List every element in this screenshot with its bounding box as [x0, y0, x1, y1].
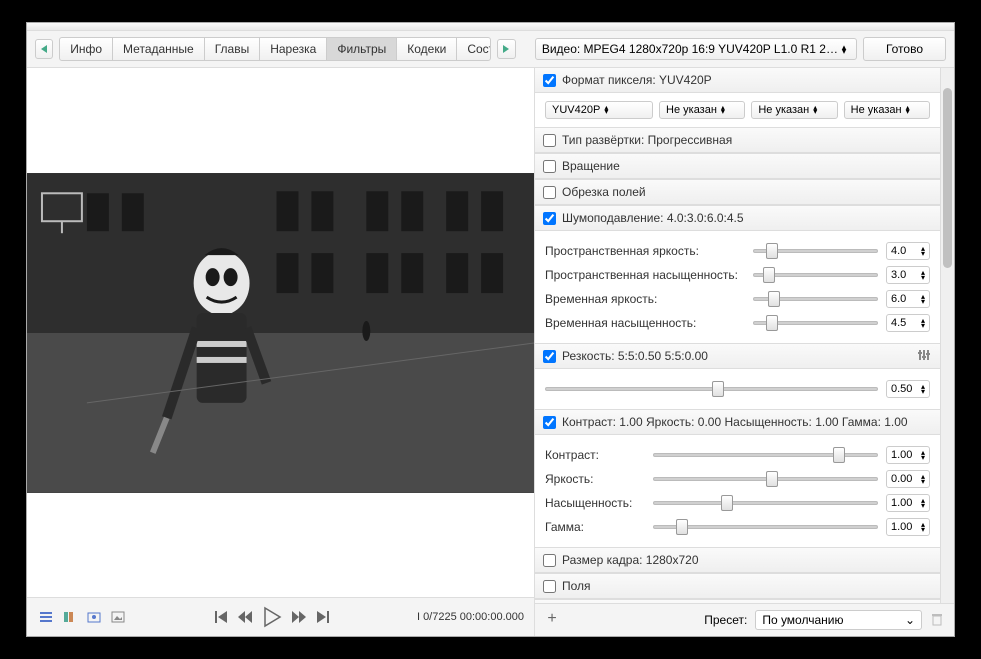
slider-row: Временная яркость: 6.0▴▾	[545, 287, 930, 311]
trash-icon[interactable]	[930, 612, 946, 628]
left-pane: I 0/7225 00:00:00.000	[27, 68, 535, 636]
slider[interactable]	[653, 470, 878, 488]
pixfmt-title: Формат пикселя: YUV420P	[562, 73, 712, 87]
fields-checkbox[interactable]	[543, 580, 556, 593]
slider-label: Яркость:	[545, 472, 645, 486]
slider-value[interactable]: 4.5▴▾	[886, 314, 930, 332]
app-window: Инфо Метаданные Главы Нарезка Фильтры Ко…	[26, 22, 955, 637]
slider-value[interactable]: 1.00▴▾	[886, 446, 930, 464]
preview-area	[27, 68, 534, 597]
rotate-checkbox[interactable]	[543, 160, 556, 173]
section-scan[interactable]: Тип развёртки: Прогрессивная	[535, 127, 940, 153]
body: I 0/7225 00:00:00.000 Формат пикселя: YU…	[27, 68, 954, 636]
crop-checkbox[interactable]	[543, 186, 556, 199]
tab-codecs[interactable]: Кодеки	[397, 38, 457, 60]
step-fwd-button[interactable]	[291, 609, 307, 625]
tab-filters[interactable]: Фильтры	[327, 38, 397, 60]
preset-bar: + Пресет: По умолчанию ⌄	[535, 603, 954, 636]
slider[interactable]	[753, 266, 878, 284]
slider-row: Временная насыщенность: 4.5▴▾	[545, 311, 930, 335]
slider-value[interactable]: 3.0▴▾	[886, 266, 930, 284]
slider-label: Пространственная насыщенность:	[545, 268, 745, 282]
next-button[interactable]	[497, 39, 515, 59]
slider-value[interactable]: 1.00▴▾	[886, 518, 930, 536]
pixfmt-select-1[interactable]: Не указан▴▾	[659, 101, 745, 119]
framesize-checkbox[interactable]	[543, 554, 556, 567]
sharp-value[interactable]: 0.50▴▾	[886, 380, 930, 398]
preset-select[interactable]: По умолчанию ⌄	[755, 610, 922, 630]
transport-bar: I 0/7225 00:00:00.000	[27, 597, 534, 636]
slider-label: Насыщенность:	[545, 496, 645, 510]
slider-row: Пространственная насыщенность: 3.0▴▾	[545, 263, 930, 287]
slider[interactable]	[653, 446, 878, 464]
settings-icon[interactable]	[918, 349, 932, 363]
section-crop[interactable]: Обрезка полей	[535, 179, 940, 205]
levels-checkbox[interactable]	[543, 416, 556, 429]
section-rotate[interactable]: Вращение	[535, 153, 940, 179]
scrollbar[interactable]	[940, 68, 954, 603]
section-levels[interactable]: Контраст: 1.00 Яркость: 0.00 Насыщенност…	[535, 409, 940, 435]
slider-value[interactable]: 1.00▴▾	[886, 494, 930, 512]
tab-cut[interactable]: Нарезка	[260, 38, 327, 60]
pixfmt-select-2[interactable]: Не указан▴▾	[751, 101, 837, 119]
tab-info[interactable]: Инфо	[60, 38, 113, 60]
slider-value[interactable]: 6.0▴▾	[886, 290, 930, 308]
timecode: I 0/7225 00:00:00.000	[417, 611, 524, 623]
titlebar	[27, 23, 954, 31]
picture-icon[interactable]	[109, 609, 127, 625]
section-sharp[interactable]: Резкость: 5:5:0.50 5:5:0.00	[535, 343, 940, 369]
sharp-checkbox[interactable]	[543, 350, 556, 363]
slider-label: Контраст:	[545, 448, 645, 462]
slider-value[interactable]: 0.00▴▾	[886, 470, 930, 488]
markers-icon[interactable]	[61, 609, 79, 625]
slider[interactable]	[653, 494, 878, 512]
add-preset-button[interactable]: +	[543, 611, 561, 629]
slider-value[interactable]: 4.0▴▾	[886, 242, 930, 260]
slider-label: Пространственная яркость:	[545, 244, 745, 258]
denoise-checkbox[interactable]	[543, 212, 556, 225]
step-back-button[interactable]	[237, 609, 253, 625]
tab-chapters[interactable]: Главы	[205, 38, 261, 60]
done-button[interactable]: Готово	[863, 37, 946, 61]
right-pane: Формат пикселя: YUV420P YUV420P▴▾ Не ука…	[535, 68, 954, 636]
slider[interactable]	[753, 314, 878, 332]
pixfmt-select-0[interactable]: YUV420P▴▾	[545, 101, 653, 119]
video-track-label: Видео: MPEG4 1280x720p 16:9 YUV420P L1.0…	[542, 42, 838, 56]
tabbar: Инфо Метаданные Главы Нарезка Фильтры Ко…	[59, 37, 491, 61]
video-track-select[interactable]: Видео: MPEG4 1280x720p 16:9 YUV420P L1.0…	[535, 38, 857, 60]
snapshot-icon[interactable]	[85, 609, 103, 625]
slider-row: Контраст: 1.00▴▾	[545, 443, 930, 467]
video-preview[interactable]	[27, 173, 534, 493]
chevron-down-icon: ⌄	[905, 613, 915, 627]
sharp-slider[interactable]	[545, 380, 878, 398]
preset-label: Пресет:	[704, 613, 747, 627]
tab-state[interactable]: Состояние	[457, 38, 491, 60]
scan-checkbox[interactable]	[543, 134, 556, 147]
slider-row: Насыщенность: 1.00▴▾	[545, 491, 930, 515]
go-end-button[interactable]	[315, 609, 331, 625]
section-framesize[interactable]: Размер кадра: 1280x720	[535, 547, 940, 573]
slider[interactable]	[753, 242, 878, 260]
go-start-button[interactable]	[213, 609, 229, 625]
section-denoise[interactable]: Шумоподавление: 4.0:3.0:6.0:4.5	[535, 205, 940, 231]
pixfmt-select-3[interactable]: Не указан▴▾	[844, 101, 930, 119]
slider-label: Гамма:	[545, 520, 645, 534]
prev-button[interactable]	[35, 39, 53, 59]
toolbar: Инфо Метаданные Главы Нарезка Фильтры Ко…	[27, 31, 954, 68]
slider[interactable]	[753, 290, 878, 308]
pixfmt-checkbox[interactable]	[543, 74, 556, 87]
section-pixfmt[interactable]: Формат пикселя: YUV420P	[535, 68, 940, 93]
section-fields[interactable]: Поля	[535, 573, 940, 599]
play-button[interactable]	[261, 606, 283, 628]
tab-metadata[interactable]: Метаданные	[113, 38, 205, 60]
slider-row: Пространственная яркость: 4.0▴▾	[545, 239, 930, 263]
slider-label: Временная насыщенность:	[545, 316, 745, 330]
updown-icon: ▴▾	[838, 45, 850, 53]
slider[interactable]	[653, 518, 878, 536]
slider-row: Яркость: 0.00▴▾	[545, 467, 930, 491]
slider-row: Гамма: 1.00▴▾	[545, 515, 930, 539]
list-icon[interactable]	[37, 609, 55, 625]
slider-label: Временная яркость:	[545, 292, 745, 306]
filter-panel: Формат пикселя: YUV420P YUV420P▴▾ Не ука…	[535, 68, 940, 603]
